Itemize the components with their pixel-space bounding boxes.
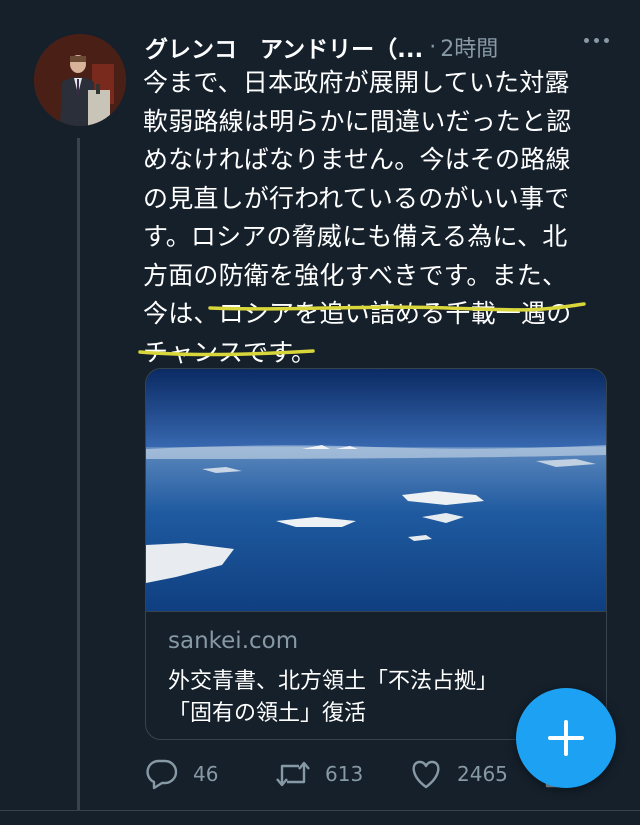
highlight-underline — [208, 302, 586, 312]
more-icon[interactable] — [584, 38, 609, 43]
plus-icon — [548, 720, 584, 756]
card-image — [146, 369, 606, 611]
avatar-photo — [34, 34, 126, 126]
like-button[interactable]: 2465 — [409, 758, 508, 790]
reply-icon — [146, 759, 178, 790]
highlight-underline — [138, 349, 315, 357]
link-card[interactable]: sankei.com 外交青書、北方領土「不法占拠」 「固有の領土」復活 — [145, 368, 607, 740]
display-name[interactable]: グレンコ アンドリー（... — [145, 30, 423, 64]
retweet-button[interactable]: 613 — [275, 758, 363, 790]
compose-button[interactable] — [516, 688, 616, 788]
like-icon — [412, 760, 440, 789]
tweet-text: 今まで、日本政府が展開していた対露 軟弱路線は明らかに間違いだったと認 めなけれ… — [143, 68, 572, 367]
reply-count: 46 — [193, 762, 219, 786]
separator: · — [429, 34, 437, 60]
thread-line — [77, 138, 80, 810]
timestamp[interactable]: 2時間 — [440, 31, 498, 63]
retweet-icon — [276, 761, 310, 787]
like-count: 2465 — [457, 762, 508, 786]
tweet-header: グレンコ アンドリー（... · 2時間 — [145, 30, 615, 64]
avatar[interactable] — [34, 34, 126, 126]
reply-button[interactable]: 46 — [145, 758, 218, 790]
retweet-count: 613 — [325, 762, 364, 786]
divider — [0, 810, 640, 811]
card-domain: sankei.com — [168, 628, 299, 654]
